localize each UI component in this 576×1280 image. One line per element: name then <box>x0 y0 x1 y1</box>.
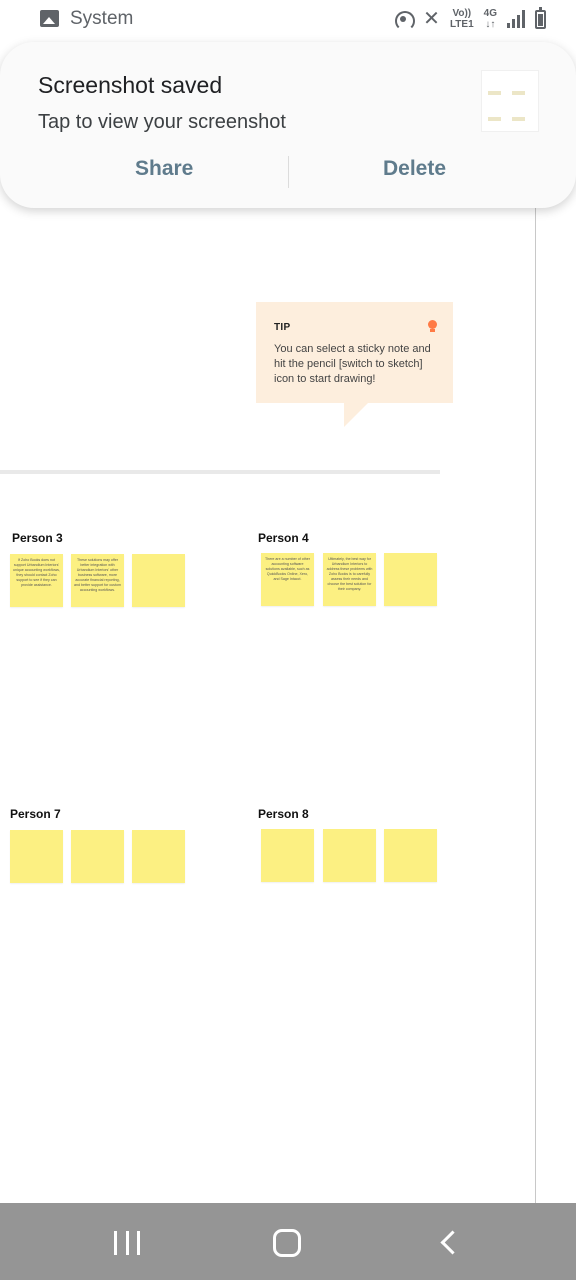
battery-icon <box>535 6 546 29</box>
volte-indicator: Vo)) LTE1 <box>450 8 474 30</box>
screen: System ✕ Vo)) LTE1 4G ↓↑ Screenshot save… <box>0 0 576 1280</box>
hotspot-icon <box>393 9 416 31</box>
status-bar: System ✕ Vo)) LTE1 4G ↓↑ <box>0 0 576 38</box>
network-indicator: 4G ↓↑ <box>484 8 497 30</box>
sticky-note[interactable] <box>132 830 185 883</box>
recent-apps-icon[interactable] <box>114 1231 140 1255</box>
share-button[interactable]: Share <box>135 157 193 187</box>
mute-icon: ✕ <box>423 8 440 30</box>
data-arrows: ↓↑ <box>485 19 496 30</box>
notification-subtitle[interactable]: Tap to view your screenshot <box>38 111 286 134</box>
sticky-note[interactable] <box>384 829 437 882</box>
sticky-note[interactable] <box>132 554 185 607</box>
tip-title: TIP <box>274 322 291 333</box>
sticky-note-text: There are a number of other accounting s… <box>265 557 310 581</box>
person-8-label: Person 8 <box>258 807 309 821</box>
volte-label: Vo)) <box>452 8 472 19</box>
lte-label: LTE1 <box>449 19 474 30</box>
back-icon[interactable] <box>440 1230 465 1255</box>
image-icon <box>40 10 59 27</box>
sticky-note-text: These solutions may offer better integra… <box>74 558 121 592</box>
person-7-label: Person 7 <box>10 807 61 821</box>
sticky-note[interactable] <box>384 553 437 606</box>
sticky-note[interactable] <box>71 830 124 883</box>
sticky-note[interactable]: These solutions may offer better integra… <box>71 554 124 607</box>
sticky-note[interactable]: If Zoho Books does not support Urbandium… <box>10 554 63 607</box>
tip-callout: TIP You can select a sticky note and hit… <box>256 302 453 403</box>
navigation-bar <box>0 1203 576 1280</box>
action-divider <box>288 156 289 188</box>
sticky-note[interactable]: Ultimately, the best way for Urbandium I… <box>323 553 376 606</box>
screenshot-notification[interactable]: Screenshot saved Tap to view your screen… <box>0 42 576 208</box>
sticky-note[interactable] <box>323 829 376 882</box>
person-4-label: Person 4 <box>258 531 309 545</box>
status-app-name: System <box>70 8 134 29</box>
tip-text: You can select a sticky note and hit the… <box>274 343 431 385</box>
sticky-note[interactable]: There are a number of other accounting s… <box>261 553 314 606</box>
sticky-note-text: Ultimately, the best way for Urbandium I… <box>326 557 373 591</box>
section-divider <box>0 470 440 474</box>
sticky-note[interactable] <box>10 830 63 883</box>
sticky-note[interactable] <box>261 829 314 882</box>
screenshot-thumbnail[interactable] <box>481 70 539 132</box>
person-3-label: Person 3 <box>12 531 63 545</box>
network-label: 4G <box>483 8 497 19</box>
home-icon[interactable] <box>273 1229 301 1257</box>
tip-pointer <box>344 403 368 427</box>
canvas-edge-line <box>535 200 536 1280</box>
notification-title: Screenshot saved <box>38 72 223 98</box>
lightbulb-icon <box>425 316 439 334</box>
status-icons: ✕ Vo)) LTE1 4G ↓↑ <box>393 6 546 32</box>
delete-button[interactable]: Delete <box>383 157 446 187</box>
signal-icon <box>507 10 525 28</box>
sticky-note-text: If Zoho Books does not support Urbandium… <box>13 558 60 587</box>
